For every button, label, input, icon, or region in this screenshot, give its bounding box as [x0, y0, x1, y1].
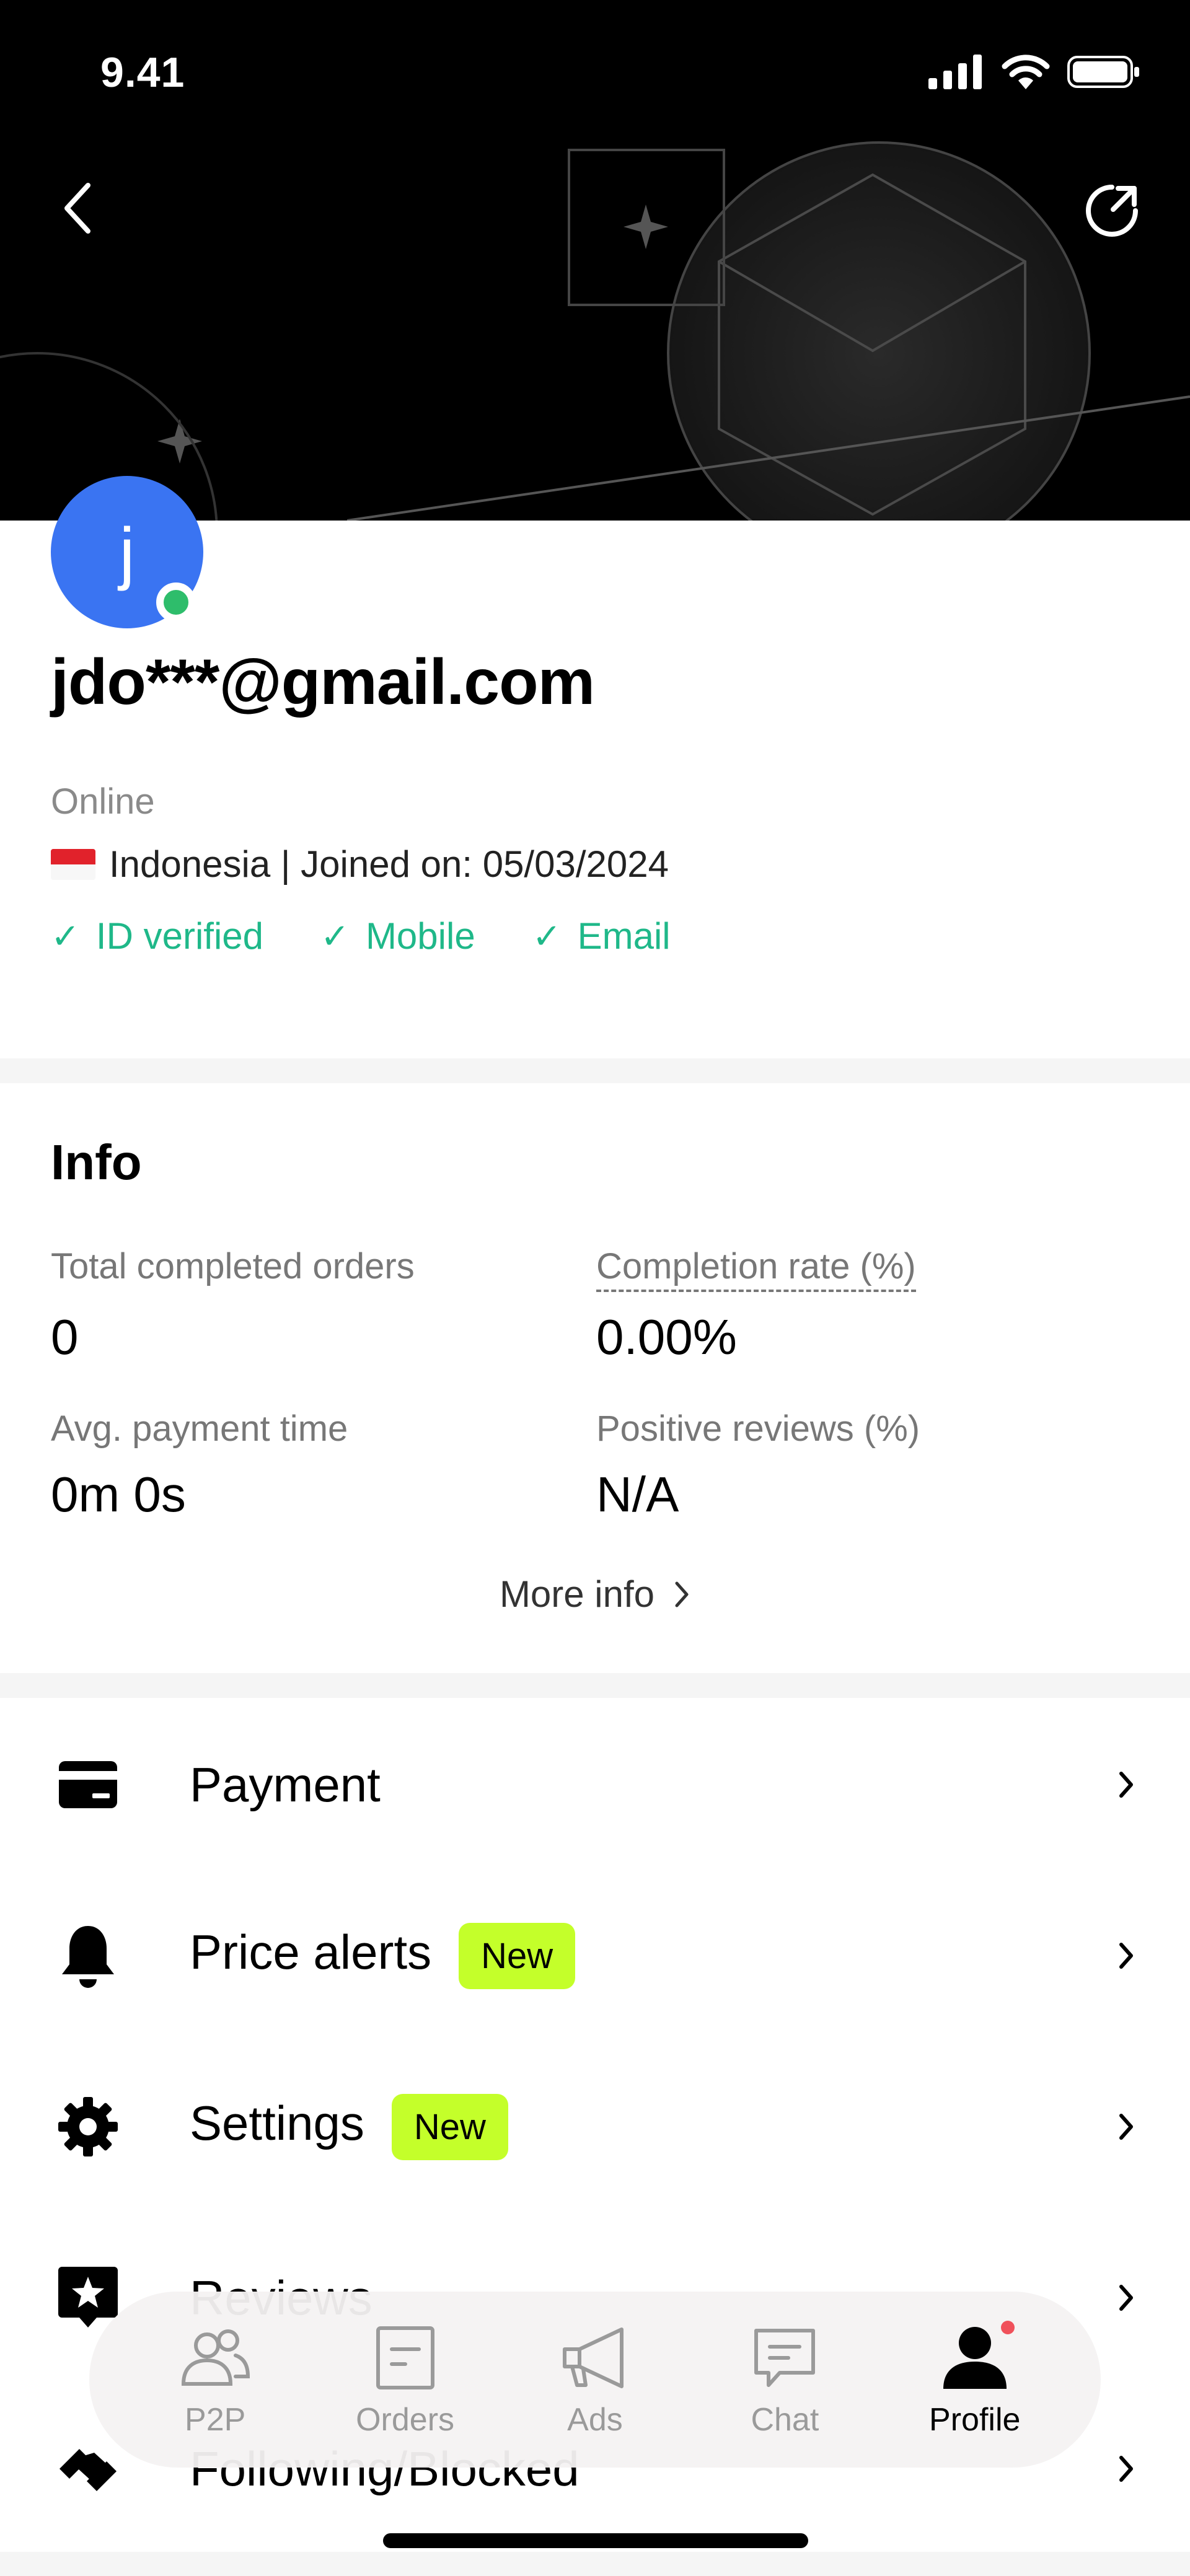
avg-payment-time-label: Avg. payment time — [51, 1409, 348, 1449]
country-joined-line: Indonesia | Joined on: 05/03/2024 — [51, 843, 669, 886]
chevron-right-icon — [1111, 2279, 1142, 2316]
chevron-left-icon — [64, 183, 90, 234]
more-info-label: More info — [499, 1573, 655, 1615]
indonesia-flag-icon — [51, 848, 95, 880]
card-icon — [57, 1754, 119, 1816]
wifi-icon — [1002, 55, 1050, 89]
chevron-right-icon — [1111, 2450, 1142, 2487]
tab-label: P2P — [185, 2402, 246, 2438]
star-icon — [57, 2267, 119, 2329]
verification-mobile: ✓ Mobile — [320, 915, 475, 957]
verification-label: Mobile — [365, 915, 475, 957]
online-status-text: Online — [51, 781, 155, 822]
menu-item-settings[interactable]: Settings New — [0, 2041, 1190, 2212]
avatar-letter: j — [119, 513, 135, 591]
menu-item-payment[interactable]: Payment — [0, 1699, 1190, 1870]
cellular-signal-icon — [928, 55, 982, 89]
check-icon: ✓ — [320, 916, 350, 956]
chevron-right-icon — [1111, 2108, 1142, 2145]
total-orders-value: 0 — [51, 1309, 79, 1365]
megaphone-icon — [555, 2321, 635, 2395]
total-orders-label: Total completed orders — [51, 1246, 415, 1286]
check-icon: ✓ — [532, 916, 562, 956]
share-icon — [1086, 185, 1138, 237]
tab-label: Orders — [356, 2402, 455, 2438]
verification-list: ✓ ID verified ✓ Mobile ✓ Email — [51, 915, 671, 957]
verification-label: Email — [577, 915, 671, 957]
chat-icon — [744, 2321, 825, 2395]
tab-label: Chat — [751, 2402, 819, 2438]
home-indicator[interactable] — [383, 2533, 808, 2548]
section-divider — [0, 1058, 1190, 1083]
battery-icon — [1067, 56, 1139, 88]
tab-label: Ads — [567, 2402, 623, 2438]
new-badge: New — [459, 1922, 576, 1989]
profile-banner: 9.41 — [0, 0, 1190, 521]
verification-email: ✓ Email — [532, 915, 671, 957]
check-icon: ✓ — [51, 916, 80, 956]
menu-label: Settings New — [190, 2093, 508, 2160]
chevron-right-icon — [675, 1581, 689, 1607]
menu-label-text: Price alerts — [190, 1924, 432, 1979]
tab-label: Profile — [929, 2402, 1021, 2438]
back-button[interactable] — [50, 177, 105, 239]
handshake-icon — [57, 2438, 119, 2500]
more-info-link[interactable]: More info — [0, 1573, 1190, 1615]
menu-label: Payment — [190, 1757, 381, 1812]
gear-icon — [57, 2096, 119, 2158]
verification-label: ID verified — [95, 915, 264, 957]
section-divider — [0, 1673, 1190, 1698]
positive-reviews-value: N/A — [596, 1467, 679, 1522]
notification-dot — [1000, 2321, 1015, 2334]
chevron-right-icon — [1111, 1766, 1142, 1803]
positive-reviews-label: Positive reviews (%) — [596, 1409, 920, 1449]
chevron-right-icon — [1111, 1937, 1142, 1974]
people-icon — [175, 2321, 255, 2395]
tab-chat[interactable]: Chat — [704, 2321, 865, 2438]
bottom-spacer — [0, 2552, 1190, 2576]
status-time: 9.41 — [100, 49, 185, 96]
country-joined-text: Indonesia | Joined on: 05/03/2024 — [109, 843, 669, 885]
completion-rate-value: 0.00% — [596, 1309, 737, 1365]
tab-p2p[interactable]: P2P — [134, 2321, 296, 2438]
document-icon — [365, 2321, 446, 2395]
tab-ads[interactable]: Ads — [514, 2321, 676, 2438]
info-title: Info — [51, 1135, 142, 1190]
status-icons — [928, 55, 1140, 89]
menu-label-text: Settings — [190, 2095, 364, 2150]
completion-rate-label[interactable]: Completion rate (%) — [596, 1246, 916, 1292]
menu-item-price-alerts[interactable]: Price alerts New — [0, 1870, 1190, 2041]
share-button[interactable] — [1081, 180, 1143, 242]
verification-id: ✓ ID verified — [51, 915, 263, 957]
online-status-dot — [156, 582, 196, 622]
tab-profile[interactable]: Profile — [894, 2321, 1056, 2438]
bell-icon — [57, 1925, 119, 1988]
profile-email: jdo***@gmail.com — [51, 646, 595, 718]
menu-label: Price alerts New — [190, 1922, 576, 1989]
new-badge: New — [391, 2093, 508, 2160]
bottom-tab-bar: P2P Orders Ads Chat Profile — [89, 2292, 1101, 2468]
tab-orders[interactable]: Orders — [325, 2321, 486, 2438]
avg-payment-time-value: 0m 0s — [51, 1467, 186, 1522]
